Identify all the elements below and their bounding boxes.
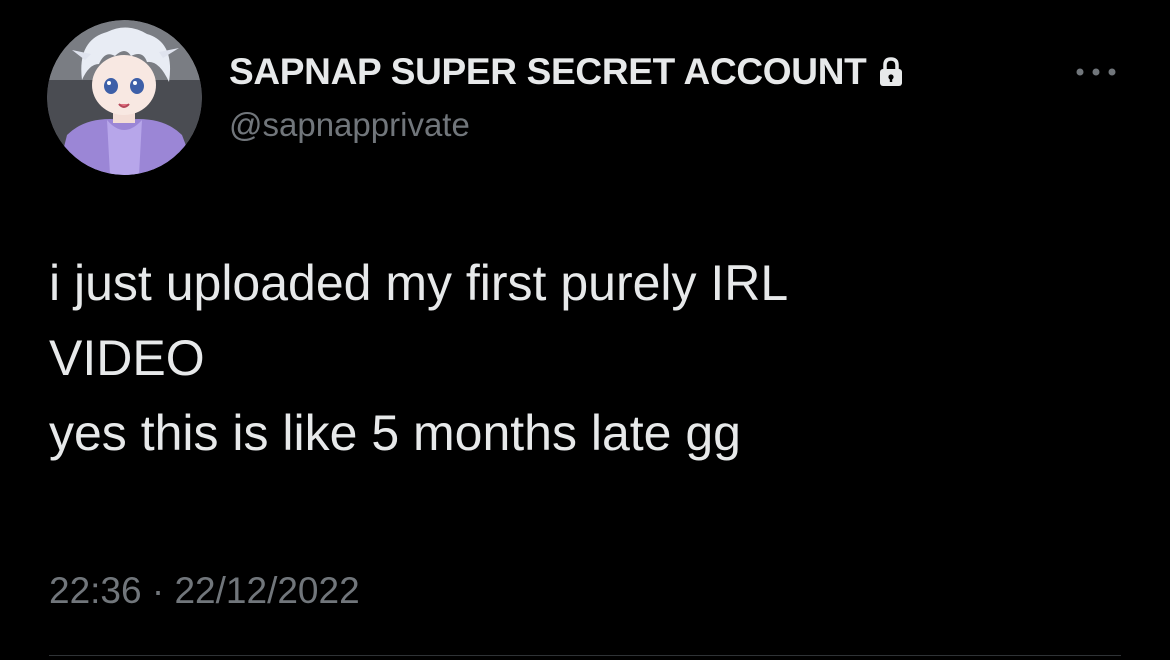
divider (49, 655, 1121, 656)
tweet-time[interactable]: 22:36 (49, 570, 142, 611)
avatar-image (47, 20, 202, 175)
tweet-text: i just uploaded my first purely IRL VIDE… (49, 255, 789, 461)
tweet-date[interactable]: 22/12/2022 (174, 570, 359, 611)
timestamp-separator: · (151, 570, 165, 611)
lock-icon (878, 56, 904, 88)
tweet-container: SAPNAP SUPER SECRET ACCOUNT @sapnappriva… (0, 0, 1170, 660)
tweet-header: SAPNAP SUPER SECRET ACCOUNT @sapnappriva… (229, 48, 1089, 144)
name-row: SAPNAP SUPER SECRET ACCOUNT (229, 48, 1089, 96)
display-name[interactable]: SAPNAP SUPER SECRET ACCOUNT (229, 51, 867, 93)
avatar[interactable] (47, 20, 202, 175)
user-handle[interactable]: @sapnapprivate (229, 106, 1089, 144)
more-options-icon[interactable] (1072, 60, 1120, 84)
tweet-timestamp: 22:36 · 22/12/2022 (49, 570, 360, 612)
